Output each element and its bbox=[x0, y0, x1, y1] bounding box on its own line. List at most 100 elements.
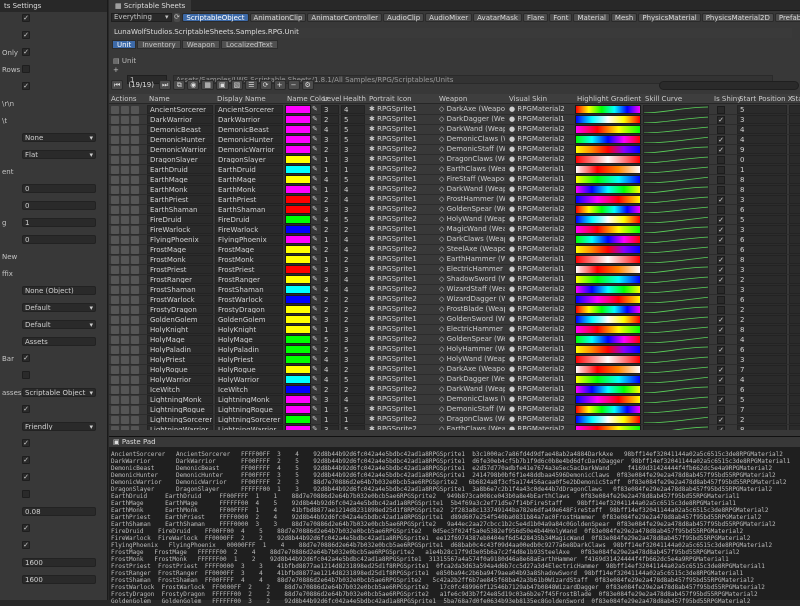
select-icon[interactable] bbox=[111, 386, 119, 394]
name-color-swatch[interactable] bbox=[285, 145, 311, 154]
display-name-cell[interactable]: FrostMonk bbox=[215, 255, 283, 264]
display-name-cell[interactable]: DarkWarrior bbox=[215, 115, 283, 124]
type-chip[interactable]: Flare bbox=[522, 13, 549, 22]
health-cell[interactable]: 4 bbox=[341, 245, 365, 254]
skill-curve-field[interactable] bbox=[643, 395, 709, 404]
level-cell[interactable]: 2 bbox=[321, 385, 339, 394]
delete-icon[interactable] bbox=[131, 416, 139, 424]
name-cell[interactable]: DemonicBeast bbox=[147, 125, 213, 134]
table-row[interactable]: FlyingPhoenix FlyingPhoenix ✎ 1 4 ✱ RPGSprite… bbox=[109, 235, 800, 245]
is-shiny-checkbox[interactable]: ✓ bbox=[717, 136, 725, 144]
start-position-x-cell[interactable]: 3 bbox=[737, 115, 787, 124]
weapon-field[interactable]: ◇ EarthClaws (Weapon) bbox=[437, 165, 505, 174]
table-row[interactable]: LightningMonk LightningMonk ✎ 3 4 ✱ RPGSprite… bbox=[109, 395, 800, 405]
eyedropper-icon[interactable]: ✎ bbox=[312, 385, 320, 394]
name-color-swatch[interactable] bbox=[285, 175, 311, 184]
table-row[interactable]: EarthShaman EarthShaman ✎ 3 3 ✱ RPGSprite2 ◇ G… bbox=[109, 205, 800, 215]
level-cell[interactable]: 3 bbox=[321, 205, 339, 214]
delete-icon[interactable] bbox=[131, 256, 139, 264]
start-position-x-cell[interactable]: 6 bbox=[737, 385, 787, 394]
level-cell[interactable]: 3 bbox=[321, 425, 339, 430]
weapon-field[interactable]: ◇ ElectricHammer (Weapon) bbox=[437, 265, 505, 274]
skill-curve-field[interactable] bbox=[643, 175, 709, 184]
name-cell[interactable]: DemonicWarrior bbox=[147, 145, 213, 154]
visual-skin-field[interactable]: ● RPGMaterial2 bbox=[507, 145, 573, 154]
skill-curve-field[interactable] bbox=[643, 235, 709, 244]
start-position-y-cell[interactable] bbox=[789, 125, 800, 134]
eyedropper-icon[interactable]: ✎ bbox=[312, 405, 320, 414]
settings-dropdown[interactable]: Friendly bbox=[22, 422, 96, 431]
type-chip[interactable]: PhysicsMaterial bbox=[638, 13, 701, 22]
level-cell[interactable]: 4 bbox=[321, 375, 339, 384]
select-icon[interactable] bbox=[111, 336, 119, 344]
skill-curve-field[interactable] bbox=[643, 425, 709, 430]
level-cell[interactable]: 4 bbox=[321, 285, 339, 294]
delete-icon[interactable] bbox=[131, 126, 139, 134]
table-row[interactable]: LightningSorcerer LightningSorcerer ✎ 1 1 ✱ R… bbox=[109, 415, 800, 425]
health-cell[interactable]: 1 bbox=[341, 415, 365, 424]
is-shiny-checkbox[interactable]: ✓ bbox=[717, 326, 725, 334]
start-position-x-cell[interactable]: 6 bbox=[737, 235, 787, 244]
select-icon[interactable] bbox=[111, 236, 119, 244]
select-icon[interactable] bbox=[111, 396, 119, 404]
display-name-cell[interactable]: EarthMonk bbox=[215, 185, 283, 194]
select-icon[interactable] bbox=[111, 156, 119, 164]
start-position-y-cell[interactable] bbox=[789, 135, 800, 144]
portrait-icon-field[interactable]: ✱ RPGSprite1 bbox=[367, 345, 435, 354]
start-position-x-cell[interactable]: 7 bbox=[737, 405, 787, 414]
start-position-x-cell[interactable]: 6 bbox=[737, 245, 787, 254]
copy-row-icon[interactable] bbox=[121, 206, 129, 214]
highlight-gradient-swatch[interactable] bbox=[575, 185, 641, 194]
name-cell[interactable]: FireDruid bbox=[147, 215, 213, 224]
settings-dropdown[interactable]: Default bbox=[22, 320, 96, 329]
skill-curve-field[interactable] bbox=[643, 375, 709, 384]
level-cell[interactable]: 3 bbox=[321, 315, 339, 324]
display-name-cell[interactable]: FrostyDragon bbox=[215, 305, 283, 314]
name-cell[interactable]: FrostPriest bbox=[147, 265, 213, 274]
highlight-gradient-swatch[interactable] bbox=[575, 125, 641, 134]
copy-row-icon[interactable] bbox=[121, 156, 129, 164]
level-cell[interactable]: 3 bbox=[321, 135, 339, 144]
name-color-swatch[interactable] bbox=[285, 405, 311, 414]
delete-icon[interactable] bbox=[131, 306, 139, 314]
skill-curve-field[interactable] bbox=[643, 215, 709, 224]
table-row[interactable]: LightningWarrior LightningWarrior ✎ 3 5 ✱ RPG… bbox=[109, 425, 800, 430]
health-cell[interactable]: 5 bbox=[341, 425, 365, 430]
table-row[interactable]: EarthMonk EarthMonk ✎ 1 4 ✱ RPGSprite2 ◇ DarkW… bbox=[109, 185, 800, 195]
is-shiny-checkbox[interactable] bbox=[717, 386, 725, 394]
select-icon[interactable] bbox=[111, 256, 119, 264]
display-name-cell[interactable]: LightningSorcerer bbox=[215, 415, 283, 424]
eyedropper-icon[interactable]: ✎ bbox=[312, 305, 320, 314]
start-position-x-cell[interactable]: 1 bbox=[737, 165, 787, 174]
skill-curve-field[interactable] bbox=[643, 185, 709, 194]
name-cell[interactable]: FrostRanger bbox=[147, 275, 213, 284]
skill-curve-field[interactable] bbox=[643, 325, 709, 334]
level-cell[interactable]: 1 bbox=[321, 165, 339, 174]
table-row[interactable]: FireDruid FireDruid ✎ 4 5 ✱ RPGSprite2 ◇ HolyW… bbox=[109, 215, 800, 225]
delete-icon[interactable] bbox=[131, 396, 139, 404]
start-position-y-cell[interactable] bbox=[789, 175, 800, 184]
highlight-gradient-swatch[interactable] bbox=[575, 275, 641, 284]
health-cell[interactable]: 4 bbox=[341, 195, 365, 204]
portrait-icon-field[interactable]: ✱ RPGSprite2 bbox=[367, 385, 435, 394]
highlight-gradient-swatch[interactable] bbox=[575, 205, 641, 214]
column-header[interactable]: Weapon bbox=[439, 95, 467, 103]
name-cell[interactable]: HolyPriest bbox=[147, 355, 213, 364]
name-color-swatch[interactable] bbox=[285, 155, 311, 164]
delete-icon[interactable] bbox=[131, 276, 139, 284]
eyedropper-icon[interactable]: ✎ bbox=[312, 175, 320, 184]
visual-skin-field[interactable]: ● RPGMaterial2 bbox=[507, 135, 573, 144]
settings-checkbox[interactable]: ✓ bbox=[22, 48, 30, 56]
health-cell[interactable]: 2 bbox=[341, 255, 365, 264]
eyedropper-icon[interactable]: ✎ bbox=[312, 395, 320, 404]
name-color-swatch[interactable] bbox=[285, 125, 311, 134]
eyedropper-icon[interactable]: ✎ bbox=[312, 265, 320, 274]
start-position-x-cell[interactable]: 3 bbox=[737, 355, 787, 364]
weapon-field[interactable]: ◇ GoldenSpear (Weapon) bbox=[437, 205, 505, 214]
skill-curve-field[interactable] bbox=[643, 415, 709, 424]
eyedropper-icon[interactable]: ✎ bbox=[312, 255, 320, 264]
select-icon[interactable] bbox=[111, 176, 119, 184]
visual-skin-field[interactable]: ● RPGMaterial2 bbox=[507, 305, 573, 314]
level-cell[interactable]: 4 bbox=[321, 175, 339, 184]
portrait-icon-field[interactable]: ✱ RPGSprite1 bbox=[367, 115, 435, 124]
